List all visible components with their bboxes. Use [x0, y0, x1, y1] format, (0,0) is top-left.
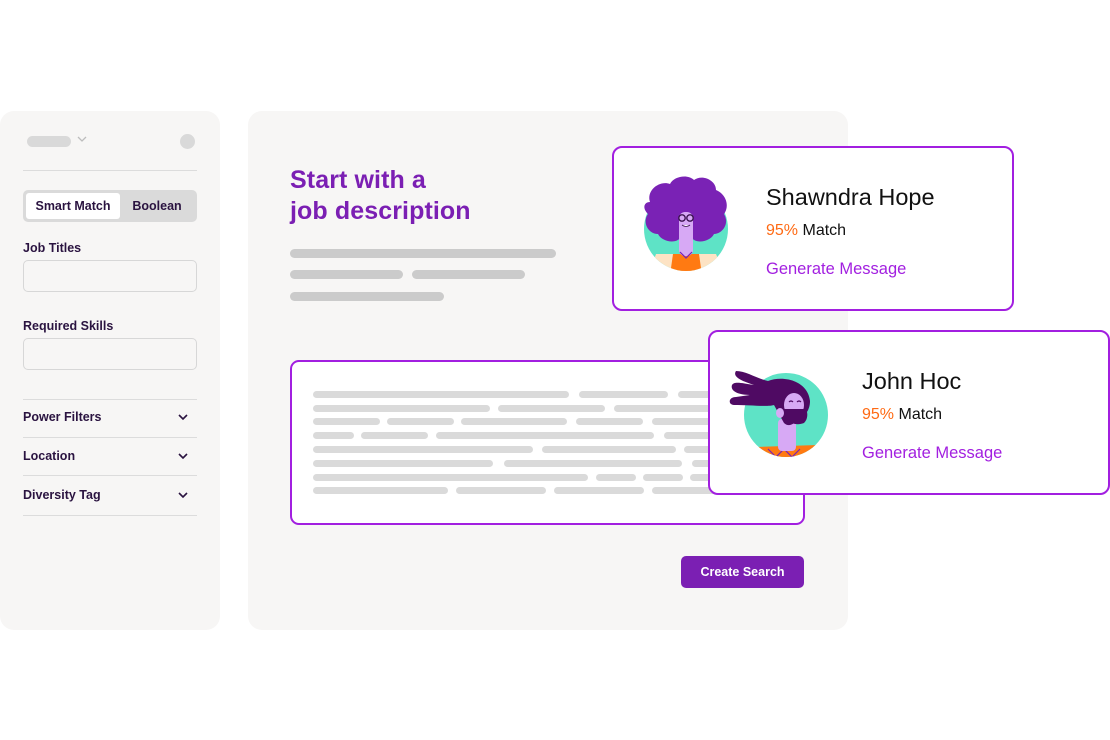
text-placeholder [313, 418, 380, 425]
text-placeholder [461, 418, 567, 425]
text-placeholder [313, 474, 588, 481]
text-placeholder [290, 270, 403, 279]
text-placeholder [542, 446, 676, 453]
title-line-2: job description [290, 197, 471, 225]
filter-label: Power Filters [23, 410, 102, 424]
text-placeholder [313, 460, 493, 467]
page-title: Start with a job description [290, 165, 471, 227]
text-placeholder [456, 487, 546, 494]
filter-location[interactable]: Location [23, 437, 197, 475]
woman-afro-glasses-avatar [644, 176, 728, 271]
filters-sidebar: Smart Match Boolean Job Titles Required … [0, 111, 220, 630]
candidate-name: Shawndra Hope [766, 184, 935, 210]
text-placeholder [554, 487, 644, 494]
avatar-placeholder[interactable] [180, 134, 195, 149]
text-placeholder [387, 418, 454, 425]
workspace-selector-placeholder[interactable] [27, 136, 71, 147]
text-placeholder [313, 487, 448, 494]
toggle-boolean[interactable]: Boolean [120, 193, 194, 219]
text-placeholder [498, 405, 605, 412]
divider [23, 515, 197, 516]
text-placeholder [504, 460, 682, 467]
match-score: 95% Match [862, 406, 942, 424]
match-percent: 95% [862, 406, 895, 423]
text-placeholder [290, 292, 444, 301]
text-placeholder [313, 432, 354, 439]
text-placeholder [313, 391, 569, 398]
candidate-card: John Hoc 95% Match Generate Message [708, 330, 1110, 495]
text-placeholder [643, 474, 683, 481]
required-skills-input[interactable] [23, 338, 197, 370]
filter-label: Diversity Tag [23, 488, 101, 502]
candidate-name: John Hoc [862, 368, 962, 394]
toggle-smart-match[interactable]: Smart Match [26, 193, 120, 219]
generate-message-link[interactable]: Generate Message [862, 444, 1002, 463]
job-titles-input[interactable] [23, 260, 197, 292]
text-placeholder [412, 270, 525, 279]
title-line-1: Start with a [290, 166, 426, 194]
chevron-down-icon [178, 414, 188, 421]
match-percent: 95% [766, 222, 799, 239]
filter-label: Location [23, 449, 76, 463]
match-score: 95% Match [766, 222, 846, 240]
candidate-card: Shawndra Hope 95% Match Generate Message [612, 146, 1014, 311]
text-placeholder [596, 474, 636, 481]
create-search-button[interactable]: Create Search [681, 556, 804, 588]
divider [23, 170, 197, 171]
text-placeholder [576, 418, 643, 425]
search-mode-toggle: Smart Match Boolean [23, 190, 197, 222]
text-placeholder [290, 249, 556, 258]
text-placeholder [436, 432, 654, 439]
job-titles-label: Job Titles [23, 241, 82, 255]
match-label: Match [802, 222, 847, 239]
sidebar-header [23, 133, 197, 149]
chevron-down-icon [178, 453, 188, 460]
chevron-down-icon [178, 492, 188, 499]
text-placeholder [361, 432, 428, 439]
text-placeholder [313, 405, 490, 412]
required-skills-label: Required Skills [23, 319, 114, 333]
filter-diversity-tag[interactable]: Diversity Tag [23, 476, 197, 514]
filter-power-filters[interactable]: Power Filters [23, 398, 197, 436]
chevron-down-icon[interactable] [76, 133, 88, 145]
match-label: Match [898, 406, 943, 423]
text-placeholder [579, 391, 668, 398]
generate-message-link[interactable]: Generate Message [766, 260, 906, 279]
text-placeholder [313, 446, 533, 453]
man-long-hair-beard-avatar [729, 371, 828, 457]
